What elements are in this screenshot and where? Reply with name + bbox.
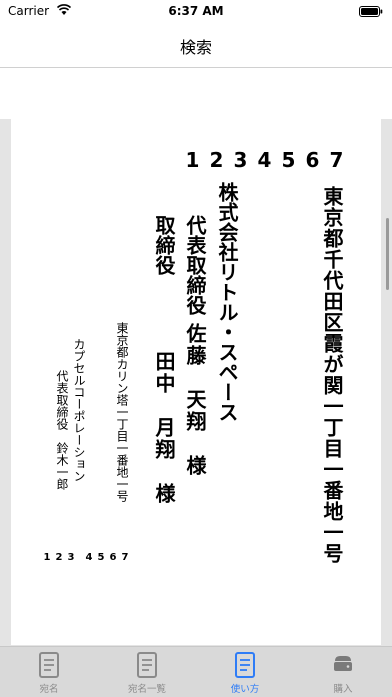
postal-digit: 1 — [185, 148, 200, 172]
tab-label: 使い方 — [230, 684, 260, 695]
postal-digit: 6 — [305, 148, 320, 172]
postal-digit: 4 — [257, 148, 272, 172]
page-title: 検索 — [179, 38, 212, 57]
postal-code-bottom: 1 2 3 4 5 6 7 — [43, 552, 129, 563]
postal-digit: 2 — [209, 148, 224, 172]
postal-digit: 2 — [55, 552, 63, 563]
tab-purchase[interactable]: 購入 — [294, 647, 392, 697]
postal-digit: 7 — [121, 552, 129, 563]
document-icon — [235, 652, 255, 678]
postal-digit: 3 — [233, 148, 248, 172]
tab-bar: 宛名 宛名一覧 使い方 購入 — [0, 646, 392, 697]
postal-digit: 3 — [67, 552, 75, 563]
storage-icon — [334, 656, 352, 671]
recipient-name-2: 田中 月翔 様 — [152, 351, 176, 505]
scrollbar[interactable] — [386, 218, 389, 290]
recipient-title: 代表取締役 — [183, 215, 207, 315]
postal-digit: 7 — [329, 148, 344, 172]
sender-representative: 代表取締役 鈴木一郎 — [55, 370, 69, 490]
tab-address[interactable]: 宛名 — [0, 647, 98, 697]
tab-label: 購入 — [333, 684, 353, 695]
recipient-title-2: 取締役 — [152, 215, 176, 275]
recipient-address: 東京都千代田区霞が関一丁目一番地一号 — [320, 186, 344, 564]
document-icon — [39, 652, 59, 678]
sender-address: 東京都カリン塔一丁目一番地一号 — [115, 322, 129, 502]
sender-company: カプセルコーポレーション — [72, 338, 86, 482]
postal-digit: 5 — [97, 552, 105, 563]
nav-divider — [0, 67, 392, 68]
tab-how-to-use[interactable]: 使い方 — [196, 647, 294, 697]
tab-address-list[interactable]: 宛名一覧 — [98, 647, 196, 697]
postal-digit: 1 — [43, 552, 51, 563]
postal-digit: 4 — [85, 552, 93, 563]
status-bar: Carrier 6:37 AM — [0, 0, 392, 22]
tab-label: 宛名一覧 — [127, 684, 166, 695]
postal-code-top: 1 2 3 4 5 6 7 — [183, 148, 346, 172]
postal-digit: 5 — [281, 148, 296, 172]
recipient-company: 株式会社リトル・スペース — [215, 182, 239, 422]
tab-label: 宛名 — [39, 684, 59, 695]
postal-digit: 6 — [109, 552, 117, 563]
battery-icon — [359, 6, 383, 17]
clock: 6:37 AM — [168, 4, 224, 18]
recipient-name: 佐藤 天翔 様 — [183, 323, 207, 477]
document-list-icon — [137, 652, 157, 678]
